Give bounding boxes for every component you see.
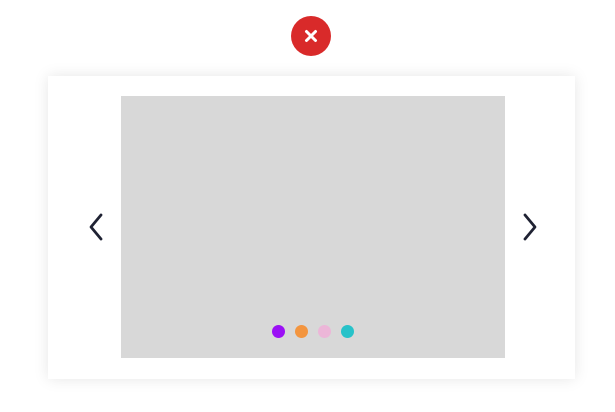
next-slide-button[interactable]	[518, 212, 542, 242]
carousel-slide	[121, 96, 505, 358]
chevron-left-icon	[89, 213, 103, 241]
chevron-right-icon	[523, 213, 537, 241]
close-icon	[305, 30, 317, 42]
pagination-dot-3[interactable]	[318, 325, 331, 338]
pagination-dot-4[interactable]	[341, 325, 354, 338]
carousel-card	[48, 76, 575, 379]
pagination-dot-1[interactable]	[272, 325, 285, 338]
close-button[interactable]	[291, 16, 331, 56]
pagination-dot-2[interactable]	[295, 325, 308, 338]
pagination-dots	[121, 325, 505, 338]
previous-slide-button[interactable]	[84, 212, 108, 242]
